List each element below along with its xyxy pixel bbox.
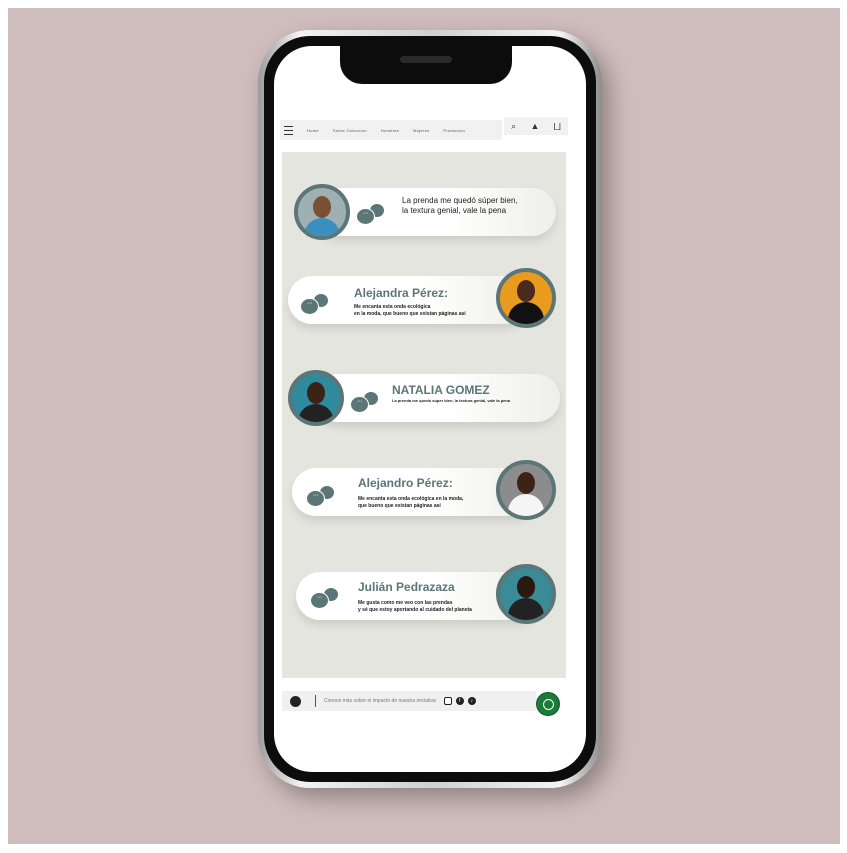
testimonial-card: ··· Alejandra Pérez: Me encanta esta ond…: [288, 268, 556, 328]
chat-bubbles-icon: ···: [350, 392, 384, 413]
avatar: [294, 184, 350, 240]
testimonial-text: La prenda me quedó súper bien, la textur…: [402, 196, 518, 215]
search-icon[interactable]: ⌕: [511, 121, 516, 132]
chat-bubbles-icon: ···: [356, 204, 390, 225]
avatar: [496, 460, 556, 520]
phone-bezel: Home Sobre Coleccion Hombres Mujeres Pro…: [264, 36, 596, 782]
testimonial-card: ··· La prenda me quedó súper bien, la te…: [294, 184, 556, 240]
chat-bubbles-icon: ···: [310, 588, 344, 609]
speaker: [400, 56, 452, 63]
phone-screen: Home Sobre Coleccion Hombres Mujeres Pro…: [274, 46, 586, 772]
top-navigation: Home Sobre Coleccion Hombres Mujeres Pro…: [280, 120, 502, 140]
footer-text[interactable]: Conoce más sobre el impacto de nuestra i…: [324, 698, 436, 704]
nav-link-promocion[interactable]: Promocion: [443, 128, 465, 133]
facebook-icon[interactable]: f: [455, 697, 464, 705]
chat-bubbles-icon: ···: [300, 294, 334, 315]
nav-link-home[interactable]: Home: [307, 128, 319, 133]
testimonial-card: ··· Alejandro Pérez: Me encanta esta ond…: [292, 460, 560, 520]
testimonial-text: Me encanta esta onda ecológica en la mod…: [358, 496, 464, 509]
testimonial-text: La prenda me quedó súper bien, la textur…: [392, 398, 511, 403]
testimonial-name: Alejandro Pérez:: [358, 476, 453, 490]
testimonial-name: Julián Pedrazaza: [358, 580, 455, 594]
phone-frame: Home Sobre Coleccion Hombres Mujeres Pro…: [258, 30, 602, 788]
instagram-icon[interactable]: [443, 697, 452, 705]
tiktok-icon[interactable]: ♪: [467, 697, 476, 705]
avatar: [496, 268, 556, 328]
testimonial-text: Me gusta como me veo con las prendas y s…: [358, 600, 472, 613]
nav-icon-group: ⌕ ▲ ⨆: [504, 117, 568, 135]
testimonial-name: NATALIA GOMEZ: [392, 383, 490, 397]
nav-link-sobre-coleccion[interactable]: Sobre Coleccion: [333, 128, 367, 133]
testimonial-text: Me encanta esta onda ecológica en la mod…: [354, 304, 466, 317]
footer-dot: [290, 695, 301, 707]
cart-icon[interactable]: ⨆: [554, 121, 561, 132]
testimonial-name: Alejandra Pérez:: [354, 286, 449, 300]
avatar: [496, 564, 556, 624]
testimonials-panel: ··· La prenda me quedó súper bien, la te…: [282, 152, 566, 678]
nav-link-mujeres[interactable]: Mujeres: [413, 128, 429, 133]
user-icon[interactable]: ▲: [530, 121, 539, 131]
divider: [315, 695, 316, 707]
hamburger-menu-icon[interactable]: [284, 125, 293, 135]
notch: [340, 46, 512, 84]
chat-bubbles-icon: ···: [306, 486, 340, 507]
footer-bar: Conoce más sobre el impacto de nuestra i…: [282, 691, 536, 711]
testimonial-card: ··· Julián Pedrazaza Me gusta como me ve…: [296, 564, 560, 624]
nav-link-hombres[interactable]: Hombres: [381, 128, 399, 133]
whatsapp-icon[interactable]: [536, 692, 560, 716]
testimonial-card: ··· NATALIA GOMEZ La prenda me quedó súp…: [288, 370, 560, 426]
avatar: [288, 370, 344, 426]
